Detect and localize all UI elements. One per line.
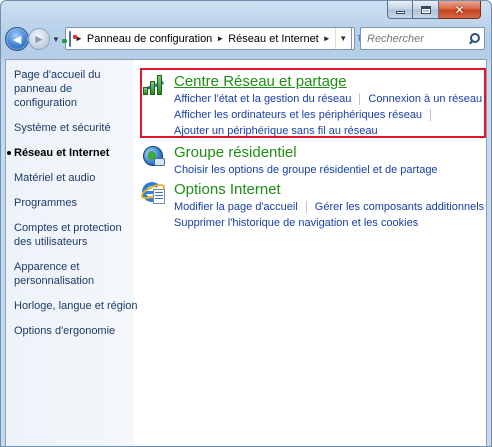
sidebar-item-ease-of-access[interactable]: Options d'ergonomie <box>14 324 138 338</box>
task-add-wireless-device[interactable]: Ajouter un périphérique sans fil au rése… <box>174 124 378 138</box>
maximize-button[interactable] <box>413 1 439 19</box>
task-row: Ajouter un périphérique sans fil au rése… <box>174 124 482 138</box>
main-panel: Centre Réseau et partage Afficher l'état… <box>134 60 486 446</box>
task-delete-browsing-history[interactable]: Supprimer l'historique de navigation et … <box>174 216 418 230</box>
sidebar-item-network-internet[interactable]: Réseau et Internet <box>7 146 138 160</box>
task-manage-addons[interactable]: Gérer les composants additionnels <box>315 200 484 214</box>
sidebar-item-appearance[interactable]: Apparence et personnalisation <box>14 260 138 288</box>
network-center-icon[interactable] <box>142 73 166 97</box>
sidebar: Page d'accueil du panneau de configurati… <box>6 60 138 446</box>
control-panel-icon <box>62 30 77 47</box>
search-icon[interactable] <box>468 33 480 44</box>
sidebar-item-system-security[interactable]: Système et sécurité <box>14 121 138 135</box>
breadcrumb-network-internet[interactable]: Réseau et Internet <box>228 33 319 45</box>
sidebar-item-user-accounts[interactable]: Comptes et protection des utilisateurs <box>14 221 138 249</box>
task-row: Choisir les options de groupe résidentie… <box>174 163 438 177</box>
internet-options-icon[interactable] <box>138 181 168 205</box>
breadcrumb-control-panel[interactable]: Panneau de configuration <box>87 33 212 45</box>
search-box[interactable] <box>360 27 485 50</box>
maximize-icon <box>420 5 431 14</box>
homegroup-title[interactable]: Groupe résidentiel <box>174 144 438 161</box>
sidebar-item-programs[interactable]: Programmes <box>14 196 138 210</box>
category-internet-options: Options Internet Modifier la page d'accu… <box>138 181 491 232</box>
task-row: Afficher l'état et la gestion du réseau … <box>174 92 482 106</box>
close-icon: ✕ <box>454 2 465 17</box>
sidebar-item-control-panel-home[interactable]: Page d'accueil du panneau de configurati… <box>14 68 138 110</box>
sidebar-item-clock-language-region[interactable]: Horloge, langue et région <box>14 299 138 313</box>
forward-button[interactable]: ► <box>28 28 50 50</box>
back-arrow-icon: ◄ <box>10 31 24 47</box>
category-network-center: Centre Réseau et partage Afficher l'état… <box>142 73 482 140</box>
minimize-button[interactable] <box>387 1 413 19</box>
task-homegroup-options[interactable]: Choisir les options de groupe résidentie… <box>174 163 438 177</box>
close-button[interactable]: ✕ <box>439 1 481 19</box>
task-row: Supprimer l'historique de navigation et … <box>174 216 491 230</box>
address-bar[interactable]: ► Panneau de configuration ► Réseau et I… <box>62 27 367 50</box>
address-dropdown-icon[interactable]: ▼ <box>334 28 351 49</box>
control-panel-window: ✕ ◄ ► ▼ ► Panneau de configuration ► Rés… <box>0 0 492 447</box>
task-divider <box>305 201 307 213</box>
breadcrumb-chevron-icon[interactable]: ► <box>216 34 224 43</box>
minimize-icon <box>395 11 405 14</box>
breadcrumb-chevron-icon[interactable]: ► <box>323 34 331 43</box>
sidebar-item-hardware-sound[interactable]: Matériel et audio <box>14 171 138 185</box>
content-area: Page d'accueil du panneau de configurati… <box>5 59 487 446</box>
task-view-network-computers[interactable]: Afficher les ordinateurs et les périphér… <box>174 108 422 122</box>
network-center-title[interactable]: Centre Réseau et partage <box>174 73 482 90</box>
search-input[interactable] <box>367 32 467 45</box>
task-change-home-page[interactable]: Modifier la page d'accueil <box>174 200 298 214</box>
caption-buttons: ✕ <box>387 1 481 19</box>
forward-arrow-icon: ► <box>33 32 45 46</box>
task-divider <box>359 93 361 105</box>
recent-pages-dropdown-icon[interactable]: ▼ <box>52 35 60 44</box>
task-divider <box>430 109 432 121</box>
task-connect-network[interactable]: Connexion à un réseau <box>368 92 482 106</box>
homegroup-icon[interactable] <box>142 144 166 168</box>
navigation-bar: ◄ ► ▼ ► Panneau de configuration ► Résea… <box>5 25 487 53</box>
category-homegroup: Groupe résidentiel Choisir les options d… <box>142 144 438 179</box>
task-view-network-status[interactable]: Afficher l'état et la gestion du réseau <box>174 92 351 106</box>
task-row: Afficher les ordinateurs et les périphér… <box>174 108 482 122</box>
back-button[interactable]: ◄ <box>5 27 29 51</box>
internet-options-title[interactable]: Options Internet <box>174 181 491 198</box>
task-row: Modifier la page d'accueil Gérer les com… <box>174 200 491 214</box>
